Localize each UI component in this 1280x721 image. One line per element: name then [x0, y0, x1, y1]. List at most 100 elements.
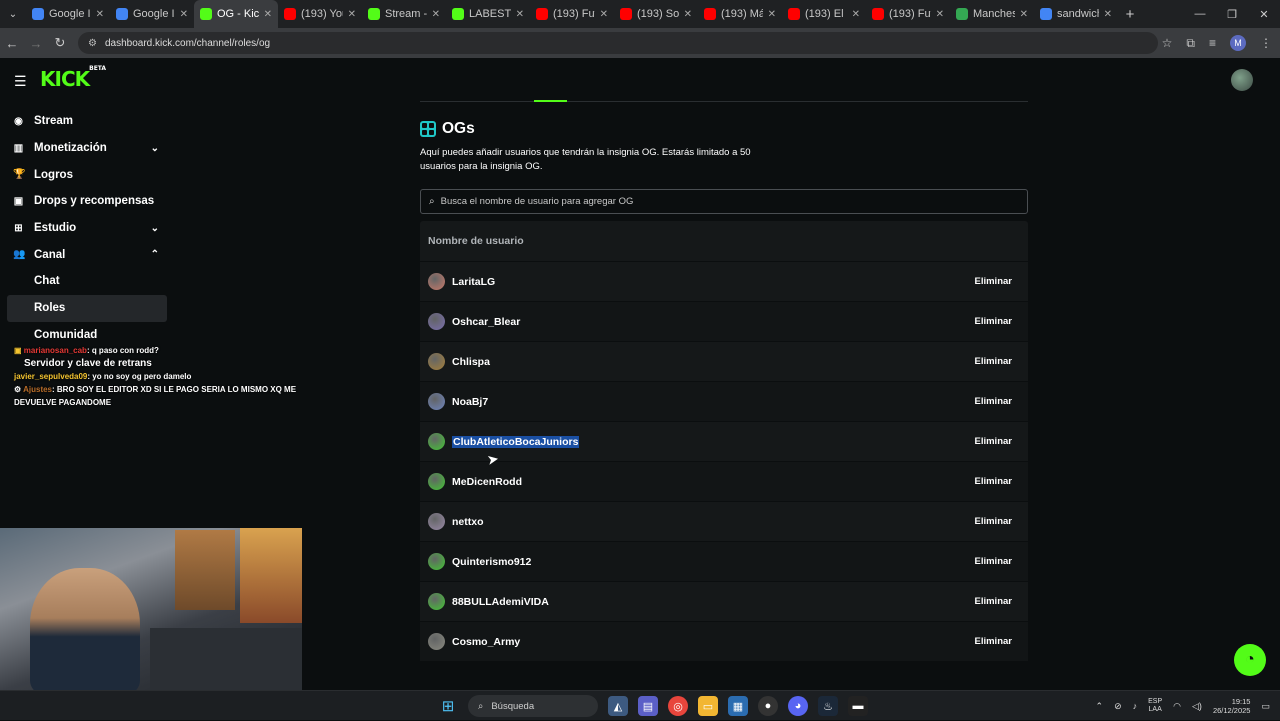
browser-tab[interactable]: (193) Más ✕ [698, 0, 782, 28]
address-bar[interactable]: ⚙ dashboard.kick.com/channel/roles/og [78, 32, 1158, 54]
clock[interactable]: 19:15 26/12/2025 [1213, 697, 1251, 715]
user-avatar[interactable] [1231, 69, 1253, 91]
user-avatar[interactable] [428, 513, 445, 530]
sidebar-item-logros[interactable]: 🏆 Logros [7, 161, 167, 188]
close-tab-icon[interactable]: ✕ [1020, 9, 1028, 20]
widgets-icon[interactable]: ◭ [608, 696, 628, 716]
username-link[interactable]: ClubAtleticoBocaJuniors [452, 435, 580, 448]
close-tab-icon[interactable]: ✕ [852, 9, 860, 20]
user-avatar[interactable] [428, 313, 445, 330]
minimize-icon[interactable]: — [1184, 0, 1216, 28]
notification-bell-icon[interactable]: ▭ [1261, 701, 1270, 712]
reload-icon[interactable]: ↻ [48, 35, 72, 51]
hamburger-menu-icon[interactable]: ☰ [14, 73, 27, 90]
forward-icon[interactable]: → [24, 36, 48, 51]
support-chat-button[interactable]: ◔ [1234, 644, 1266, 676]
user-avatar[interactable] [428, 273, 445, 290]
restore-icon[interactable]: ❐ [1216, 0, 1248, 28]
remove-og-button[interactable]: Eliminar [967, 431, 1021, 452]
close-tab-icon[interactable]: ✕ [180, 9, 188, 20]
close-tab-icon[interactable]: ✕ [936, 9, 944, 20]
network-icon[interactable]: ⊘ [1114, 701, 1122, 712]
browser-tab[interactable]: (193) YouT ✕ [278, 0, 362, 28]
tab-search-dropdown-icon[interactable]: ⌄ [0, 0, 26, 28]
sidebar-item-monetizacion[interactable]: ▥ Monetización ⌄ [7, 135, 167, 162]
username-link[interactable]: Quinterismo912 [452, 556, 531, 568]
remove-og-button[interactable]: Eliminar [967, 391, 1021, 412]
user-avatar[interactable] [428, 353, 445, 370]
close-tab-icon[interactable]: ✕ [768, 9, 776, 20]
browser-tab[interactable]: (193) El Cr ✕ [782, 0, 866, 28]
close-tab-icon[interactable]: ✕ [516, 9, 524, 20]
chrome-icon[interactable]: ◎ [668, 696, 688, 716]
site-info-icon[interactable]: ⚙ [88, 38, 97, 49]
kick-logo[interactable]: KICKBETA [40, 65, 106, 91]
username-link[interactable]: LaritaLG [452, 276, 495, 288]
browser-menu-icon[interactable]: ⋮ [1260, 36, 1272, 50]
windows-start-icon[interactable]: ⊞ [438, 696, 458, 716]
chevron-down-icon[interactable]: ⌄ [151, 223, 159, 234]
sidebar-item-stream[interactable]: ◉ Stream [7, 108, 167, 135]
remove-og-button[interactable]: Eliminar [967, 551, 1021, 572]
browser-tab[interactable]: (193) Futb ✕ [530, 0, 614, 28]
remove-og-button[interactable]: Eliminar [967, 631, 1021, 652]
remove-og-button[interactable]: Eliminar [967, 471, 1021, 492]
sidebar-item-canal[interactable]: 👥 Canal ⌃ [7, 241, 167, 268]
sidebar-item-chat[interactable]: Chat [7, 268, 167, 295]
og-search-field[interactable]: ⌕ [420, 189, 1028, 214]
browser-tab[interactable]: Google Im ✕ [26, 0, 110, 28]
microphone-icon[interactable]: ♪ [1133, 701, 1138, 711]
remove-og-button[interactable]: Eliminar [967, 271, 1021, 292]
chevron-down-icon[interactable]: ⌄ [151, 143, 159, 154]
user-avatar[interactable] [428, 553, 445, 570]
taskbar-search[interactable]: ⌕ Búsqueda [468, 695, 598, 717]
volume-icon[interactable]: ◁) [1192, 701, 1202, 712]
remove-og-button[interactable]: Eliminar [967, 311, 1021, 332]
username-link[interactable]: 88BULLAdemiVIDA [452, 596, 549, 608]
browser-tab[interactable]: (193) Futb ✕ [866, 0, 950, 28]
username-link[interactable]: MeDicenRodd [452, 476, 522, 488]
bookmark-star-icon[interactable]: ☆ [1162, 36, 1173, 50]
remove-og-button[interactable]: Eliminar [967, 591, 1021, 612]
username-link[interactable]: NoaBj7 [452, 396, 488, 408]
store-icon[interactable]: ▦ [728, 696, 748, 716]
og-search-input[interactable] [440, 196, 1001, 207]
close-tab-icon[interactable]: ✕ [96, 9, 104, 20]
browser-tab[interactable]: Google Im ✕ [110, 0, 194, 28]
sidebar-item-roles[interactable]: Roles [7, 294, 167, 322]
remove-og-button[interactable]: Eliminar [967, 351, 1021, 372]
username-link[interactable]: nettxo [452, 516, 484, 528]
close-tab-icon[interactable]: ✕ [684, 9, 692, 20]
remove-og-button[interactable]: Eliminar [967, 511, 1021, 532]
browser-tab[interactable]: OG - Kick ✕ [194, 0, 278, 28]
close-tab-icon[interactable]: ✕ [1104, 9, 1112, 20]
wifi-icon[interactable]: ◠ [1173, 701, 1181, 712]
profile-avatar[interactable]: M [1230, 35, 1246, 51]
browser-tab[interactable]: Manchest ✕ [950, 0, 1034, 28]
language-indicator[interactable]: ESP LAA [1148, 698, 1162, 714]
browser-tab[interactable]: sandwich ✕ [1034, 0, 1118, 28]
app-icon[interactable]: ● [758, 696, 778, 716]
chevron-up-icon[interactable]: ⌃ [151, 249, 159, 260]
teams-icon[interactable]: ▤ [638, 696, 658, 716]
user-avatar[interactable] [428, 593, 445, 610]
user-avatar[interactable] [428, 433, 445, 450]
back-icon[interactable]: ← [0, 36, 24, 51]
sidebar-item-estudio[interactable]: ⊞ Estudio ⌄ [7, 215, 167, 242]
username-link[interactable]: Chlispa [452, 356, 490, 368]
file-explorer-icon[interactable]: ▭ [698, 696, 718, 716]
user-avatar[interactable] [428, 633, 445, 650]
username-link[interactable]: Cosmo_Army [452, 636, 520, 648]
close-tab-icon[interactable]: ✕ [264, 9, 272, 20]
browser-tab[interactable]: (193) Socc ✕ [614, 0, 698, 28]
steam-icon[interactable]: ♨ [818, 696, 838, 716]
user-avatar[interactable] [428, 393, 445, 410]
close-window-icon[interactable]: ✕ [1248, 0, 1280, 28]
user-avatar[interactable] [428, 473, 445, 490]
close-tab-icon[interactable]: ✕ [432, 9, 440, 20]
extensions-icon[interactable]: ⧉ [1186, 36, 1195, 51]
media-control-icon[interactable]: ≡ [1209, 36, 1216, 50]
close-tab-icon[interactable]: ✕ [600, 9, 608, 20]
discord-icon[interactable]: ◕ [788, 696, 808, 716]
username-link[interactable]: Oshcar_Blear [452, 316, 520, 328]
